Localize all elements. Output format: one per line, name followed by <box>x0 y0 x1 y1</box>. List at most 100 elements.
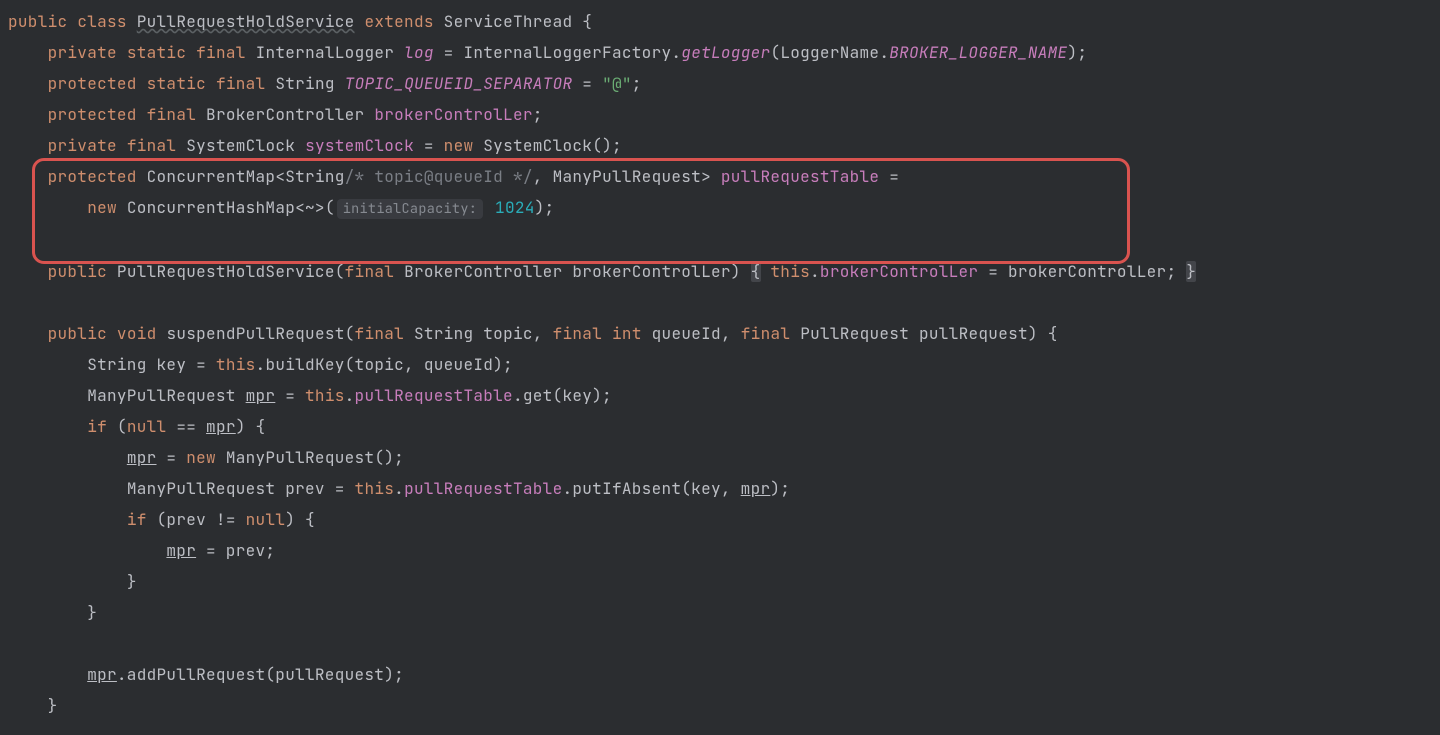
method-call: getLogger <box>681 42 770 63</box>
paren: ( <box>345 323 355 344</box>
brace-open: { <box>751 261 761 282</box>
keyword: protected <box>48 73 137 94</box>
keyword: final <box>147 104 197 125</box>
code-line: ManyPullRequest mpr = this.pullRequestTa… <box>0 380 1440 411</box>
paren-cond: (prev != <box>147 509 246 530</box>
brace-close: } <box>1186 261 1196 282</box>
dot: . <box>345 385 355 406</box>
constant: BROKER_LOGGER_NAME <box>889 42 1067 63</box>
type: ManyPullRequest <box>127 478 276 499</box>
keyword-null: null <box>127 416 167 437</box>
method-call: .get(key); <box>513 385 612 406</box>
text: = <box>434 42 464 63</box>
keyword: final <box>553 323 603 344</box>
code-line: mpr = prev; <box>0 535 1440 566</box>
keyword: final <box>127 135 177 156</box>
constructor: ConcurrentHashMap <box>127 197 295 218</box>
code-line: public void suspendPullRequest(final Str… <box>0 318 1440 349</box>
type: String <box>87 354 146 375</box>
paren: ); <box>1067 42 1087 63</box>
paren: ( <box>770 42 780 63</box>
code-line: mpr = new ManyPullRequest(); <box>0 442 1440 473</box>
var-name: mpr <box>87 664 117 685</box>
keyword: protected <box>48 104 137 125</box>
type: SystemClock <box>186 135 295 156</box>
call: (); <box>592 135 622 156</box>
keyword: private <box>48 135 117 156</box>
keyword: new <box>87 197 117 218</box>
generic-type: String <box>285 166 344 187</box>
keyword: private <box>48 42 117 63</box>
semicolon: ; <box>1166 261 1176 282</box>
keyword: void <box>117 323 157 344</box>
field-name: pullRequestTable <box>721 166 879 187</box>
comma: , <box>721 323 741 344</box>
class-name: PullRequestHoldService <box>137 11 355 32</box>
keyword-this: this <box>355 478 395 499</box>
keyword: new <box>444 135 474 156</box>
text: = <box>414 135 444 156</box>
var-name: key <box>157 354 187 375</box>
code-line: public class PullRequestHoldService exte… <box>0 6 1440 37</box>
keyword: final <box>741 323 791 344</box>
code-line: ManyPullRequest prev = this.pullRequestT… <box>0 473 1440 504</box>
code-line-blank <box>0 225 1440 256</box>
brace-close: } <box>87 602 97 623</box>
param-type: PullRequest <box>800 323 909 344</box>
dot: . <box>256 354 266 375</box>
operator: == <box>166 416 206 437</box>
text: = <box>275 385 305 406</box>
code-line: public PullRequestHoldService(final Brok… <box>0 256 1440 287</box>
constructor-name: PullRequestHoldService <box>117 261 335 282</box>
code-editor[interactable]: public class PullRequestHoldService exte… <box>0 6 1440 721</box>
superclass-name: ServiceThread <box>444 11 573 32</box>
paren: ( <box>107 416 127 437</box>
code-line: if (prev != null) { <box>0 504 1440 535</box>
keyword-this: this <box>216 354 256 375</box>
brace-close: } <box>48 695 58 716</box>
param-type: String <box>414 323 473 344</box>
keyword: if <box>127 509 147 530</box>
brace-open: { <box>582 11 592 32</box>
type: String <box>275 73 334 94</box>
code-line: String key = this.buildKey(topic, queueI… <box>0 349 1440 380</box>
var-name: prev <box>285 478 325 499</box>
string-literal: "@" <box>602 73 632 94</box>
method-call: buildKey <box>265 354 344 375</box>
keyword-public: public <box>8 11 67 32</box>
code-line: mpr.addPullRequest(pullRequest); <box>0 659 1440 690</box>
code-line: new ConcurrentHashMap<~>(initialCapacity… <box>0 192 1440 225</box>
var-name: mpr <box>741 478 771 499</box>
var-name: mpr <box>166 540 196 561</box>
keyword: final <box>216 73 266 94</box>
code-line: } <box>0 566 1440 597</box>
param-name: queueId <box>652 323 721 344</box>
var-name: mpr <box>206 416 236 437</box>
param-name: brokerControlLer <box>1008 261 1166 282</box>
keyword-this: this <box>770 261 810 282</box>
parameter-hint: initialCapacity: <box>337 199 483 219</box>
semicolon: ; <box>533 104 543 125</box>
dot: . <box>394 478 404 499</box>
field-name: TOPIC_QUEUEID_SEPARATOR <box>345 73 573 94</box>
field-name: brokerControlLer <box>374 104 532 125</box>
field-name: pullRequestTable <box>355 385 513 406</box>
keyword: final <box>355 323 405 344</box>
text: = <box>978 261 1008 282</box>
method-name: suspendPullRequest <box>166 323 344 344</box>
param-name: pullRequest <box>919 323 1028 344</box>
text: = <box>879 166 899 187</box>
keyword-null: null <box>246 509 286 530</box>
field-name: brokerControlLer <box>820 261 978 282</box>
param-name: topic <box>483 323 533 344</box>
constructor: ManyPullRequest(); <box>216 447 404 468</box>
field-name: pullRequestTable <box>404 478 562 499</box>
method-call: .putIfAbsent(key, <box>562 478 740 499</box>
number-literal: 1024 <box>495 197 535 218</box>
keyword: if <box>87 416 107 437</box>
field-name: systemClock <box>305 135 414 156</box>
text: = <box>572 73 602 94</box>
code-line: protected final BrokerController brokerC… <box>0 99 1440 130</box>
class-ref: LoggerName <box>780 42 879 63</box>
comma: , <box>533 166 553 187</box>
